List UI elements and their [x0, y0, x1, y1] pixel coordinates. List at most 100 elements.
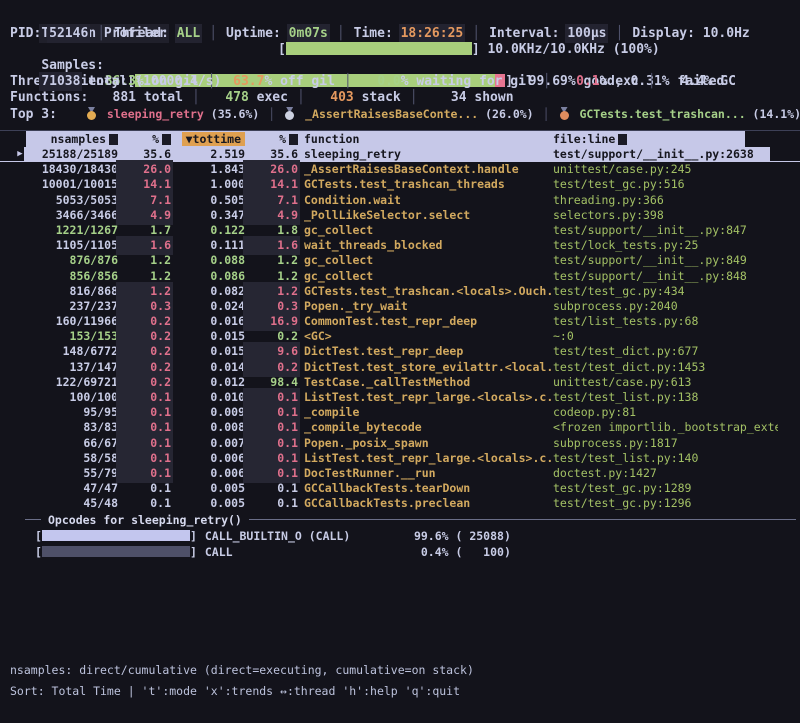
cell-tottime: 0.014 [171, 360, 245, 375]
row-arrow-slot [8, 208, 32, 223]
row-arrow-slot [8, 193, 32, 208]
cell-percent-cumulative: 0.1 [245, 436, 298, 451]
table-row[interactable]: 95/950.10.0090.1_compilecodeop.py:81 [0, 405, 800, 420]
table-row[interactable]: 5053/50537.10.5057.1Condition.waitthread… [0, 193, 800, 208]
cell-file-line: test/test_gc.py:1289 [553, 481, 778, 496]
cell-nsamples: 55/79 [32, 466, 118, 481]
sort-indicator-tottime[interactable]: ▼tottime [182, 132, 245, 146]
top3-function-name: sleeping_retry [100, 107, 211, 121]
cell-file-line: test/support/__init__.py:849 [553, 253, 778, 268]
table-row[interactable]: 148/67720.20.0159.6DictTest.test_repr_de… [0, 344, 800, 359]
separator-bar: │ [209, 26, 217, 41]
table-row[interactable]: 10001/1001514.11.00014.1GCTests.test_tra… [0, 177, 800, 192]
row-arrow-slot [8, 375, 32, 390]
table-row[interactable]: 816/8681.20.0821.2GCTests.test_trashcan.… [0, 284, 800, 299]
top3-function-name: _AssertRaisesBaseConte... [298, 107, 485, 121]
cell-tottime: 1.000 [171, 177, 245, 192]
row-arrow-slot [8, 299, 32, 314]
cell-percent-cumulative: 1.2 [245, 284, 298, 299]
cell-nsamples: 83/83 [32, 420, 118, 435]
cell-percent-direct: 1.2 [118, 284, 171, 299]
cell-function: gc_collect [298, 269, 553, 284]
cell-nsamples: 5053/5053 [32, 193, 118, 208]
table-row[interactable]: ▶25188/2518935.62.51935.6sleeping_retryt… [0, 147, 800, 162]
status-label: PID: [10, 26, 49, 41]
cell-file-line: codeop.py:81 [553, 405, 778, 420]
opcode-percent-bar [42, 530, 190, 541]
table-row[interactable]: 45/480.10.0050.1GCCallbackTests.preclean… [0, 496, 800, 511]
status-label: Time: [354, 26, 401, 41]
table-row[interactable]: 18430/1843026.01.84326.0_AssertRaisesBas… [0, 162, 800, 177]
separator-bar: │ [337, 26, 345, 41]
table-row[interactable]: 1221/12671.70.1221.8gc_collecttest/suppo… [0, 223, 800, 238]
cell-tottime: 0.015 [171, 344, 245, 359]
table-row[interactable]: 237/2370.30.0240.3Popen._try_waitsubproc… [0, 299, 800, 314]
row-arrow-slot [8, 344, 32, 359]
cell-percent-direct: 1.2 [118, 253, 171, 268]
table-row[interactable]: 66/670.10.0070.1Popen._posix_spawnsubpro… [0, 436, 800, 451]
separator-bar: │ [192, 90, 200, 105]
cell-percent-cumulative: 4.9 [245, 208, 298, 223]
separator-bar: │ [615, 26, 623, 41]
cell-nsamples: 876/876 [32, 253, 118, 268]
row-arrow-slot [8, 405, 32, 420]
cell-tottime: 0.347 [171, 208, 245, 223]
row-arrow-slot [8, 496, 32, 511]
table-row[interactable]: 122/697210.20.01298.4TestCase._callTestM… [0, 375, 800, 390]
cell-file-line: test/test_dict.py:677 [553, 344, 778, 359]
segment-value: 4.4 [665, 74, 705, 90]
segment-suffix: % GC [705, 74, 736, 89]
cell-tottime: 0.005 [171, 496, 245, 511]
silver-medal-icon [285, 107, 294, 120]
cell-tottime: 0.008 [171, 420, 245, 435]
cell-percent-cumulative: 9.6 [245, 344, 298, 359]
cell-nsamples: 100/100 [32, 390, 118, 405]
column-header-function[interactable]: function [298, 131, 553, 147]
segment-value: 881 [96, 90, 136, 106]
separator-bar: │ [543, 107, 550, 121]
column-header-nsamples[interactable]: nsamples [32, 131, 118, 147]
cell-function: Popen._try_wait [298, 299, 553, 314]
segment-suffix: exec [249, 90, 288, 105]
cell-function: DictTest.test_store_evilattr.<local... [298, 360, 553, 375]
table-row[interactable]: 100/1000.10.0100.1ListTest.test_repr_lar… [0, 390, 800, 405]
table-row[interactable]: 153/1530.20.0150.2<GC>~:0 [0, 329, 800, 344]
table-row[interactable]: 137/1470.20.0140.2DictTest.test_store_ev… [0, 360, 800, 375]
cell-percent-direct: 1.6 [118, 238, 171, 253]
row-arrow-slot [8, 451, 32, 466]
cell-percent-cumulative: 98.4 [245, 375, 298, 390]
cell-percent-direct: 0.2 [118, 329, 171, 344]
table-row[interactable]: 876/8761.20.0881.2gc_collecttest/support… [0, 253, 800, 268]
table-row[interactable]: 856/8561.20.0861.2gc_collecttest/support… [0, 269, 800, 284]
cell-percent-cumulative: 1.2 [245, 253, 298, 268]
cell-percent-direct: 0.1 [118, 496, 171, 511]
efficiency-line: Efficiency:[] 99.69% good, 0.31% failed [0, 58, 800, 74]
cell-nsamples: 160/11966 [32, 314, 118, 329]
table-row[interactable]: 55/790.10.0060.1DocTestRunner.__rundocte… [0, 466, 800, 481]
cell-function: sleeping_retry [298, 147, 553, 162]
cell-file-line: test/test_gc.py:434 [553, 284, 778, 299]
cell-percent-direct: 0.1 [118, 481, 171, 496]
table-row[interactable]: 3466/34664.90.3474.9_PollLikeSelector.se… [0, 208, 800, 223]
row-arrow-slot [8, 162, 32, 177]
table-row[interactable]: 160/119660.20.01616.9CommonTest.test_rep… [0, 314, 800, 329]
table-row[interactable]: 47/470.10.0050.1GCCallbackTests.tearDown… [0, 481, 800, 496]
cell-file-line: test/test_list.py:140 [553, 451, 778, 466]
column-header-file-line[interactable]: file:line [553, 131, 778, 147]
opcode-percent: 0.4% ( 100) [411, 544, 511, 560]
cell-tottime: 0.006 [171, 466, 245, 481]
row-arrow-slot [8, 360, 32, 375]
cell-nsamples: 148/6772 [32, 344, 118, 359]
table-row[interactable]: 58/580.10.0060.1ListTest.test_repr_large… [0, 451, 800, 466]
bronze-medal-icon [560, 107, 569, 120]
table-row[interactable]: 83/830.10.0080.1_compile_bytecode<frozen… [0, 420, 800, 435]
table-row[interactable]: 1105/11051.60.1111.6wait_threads_blocked… [0, 238, 800, 253]
column-header-tottime[interactable]: ▼tottime [171, 131, 245, 147]
cell-percent-direct: 4.9 [118, 208, 171, 223]
cell-file-line: test/lock_tests.py:25 [553, 238, 778, 253]
cell-percent-cumulative: 0.1 [245, 451, 298, 466]
column-header-pct-direct[interactable]: % [118, 131, 171, 147]
row-arrow-slot [8, 436, 32, 451]
column-header-pct-cumulative[interactable]: % [245, 131, 298, 147]
cell-function: GCCallbackTests.preclean [298, 496, 553, 511]
